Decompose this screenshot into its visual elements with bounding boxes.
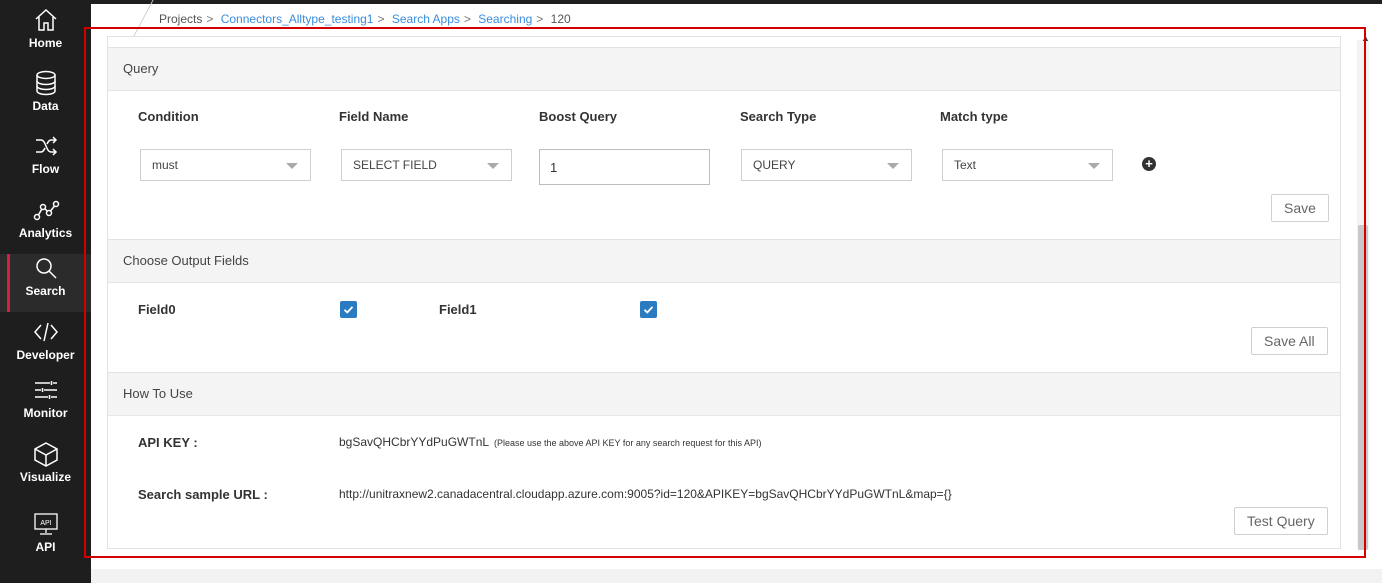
breadcrumb-section-link[interactable]: Searching — [478, 12, 532, 26]
footer — [91, 569, 1382, 583]
save-all-button[interactable]: Save All — [1251, 327, 1328, 355]
scrollbar-thumb[interactable] — [1358, 225, 1368, 550]
sidebar-item-home[interactable]: Home — [0, 6, 91, 64]
chevron-down-icon — [286, 163, 298, 169]
top-bar — [91, 0, 1382, 4]
checkmark-icon — [643, 306, 654, 314]
svg-text:API: API — [40, 520, 51, 527]
field1-label: Field1 — [439, 302, 477, 317]
api-icon: API — [32, 510, 60, 538]
boost-query-column-label: Boost Query — [539, 109, 618, 124]
sidebar-item-analytics[interactable]: Analytics — [0, 196, 91, 254]
how-to-use-section-header: How To Use — [108, 372, 1340, 416]
sidebar-item-label: Analytics — [18, 226, 73, 240]
search-icon — [32, 254, 60, 282]
breadcrumb-root[interactable]: Projects — [159, 12, 202, 26]
sidebar-item-label: API — [35, 540, 56, 554]
sidebar-item-label: Home — [28, 36, 63, 50]
sample-url-value: http://unitraxnew2.canadacentral.cloudap… — [339, 487, 952, 501]
analytics-icon — [32, 196, 60, 224]
breadcrumb-project-link[interactable]: Connectors_Alltype_testing1 — [221, 12, 374, 26]
api-key-value: bgSavQHCbrYYdPuGWTnL — [339, 435, 489, 449]
scroll-up-icon[interactable]: ▲ — [1361, 33, 1370, 43]
home-icon — [32, 6, 60, 34]
sidebar-item-api[interactable]: API API — [0, 510, 91, 568]
section-title: How To Use — [123, 386, 193, 401]
sidebar: Home Data Flow Analytics Search Develope… — [0, 0, 91, 583]
chevron-down-icon — [1088, 163, 1100, 169]
cube-icon — [32, 440, 60, 468]
query-section-header: Query — [108, 47, 1340, 91]
sidebar-item-flow[interactable]: Flow — [0, 132, 91, 190]
section-title: Query — [123, 61, 159, 76]
section-title: Choose Output Fields — [123, 253, 249, 268]
match-type-select[interactable]: Text — [942, 149, 1113, 181]
breadcrumb-divider — [112, 0, 154, 36]
add-condition-icon[interactable]: + — [1142, 157, 1156, 171]
api-key-note: (Please use the above API KEY for any se… — [493, 438, 762, 448]
search-app-panel: Query Condition Field Name Boost Query S… — [107, 36, 1341, 549]
sidebar-item-label: Visualize — [19, 470, 72, 484]
field1-checkbox[interactable] — [640, 301, 657, 318]
sidebar-item-visualize[interactable]: Visualize — [0, 440, 91, 498]
condition-select[interactable]: must — [140, 149, 311, 181]
search-type-select[interactable]: QUERY — [741, 149, 912, 181]
sidebar-item-data[interactable]: Data — [0, 69, 91, 127]
match-type-column-label: Match type — [940, 109, 1008, 124]
sliders-icon — [32, 376, 60, 404]
field-name-column-label: Field Name — [339, 109, 409, 124]
database-icon — [32, 69, 60, 97]
chevron-down-icon — [487, 163, 499, 169]
search-type-column-label: Search Type — [740, 109, 817, 124]
sidebar-item-label: Monitor — [23, 406, 68, 420]
sidebar-item-search[interactable]: Search — [0, 254, 91, 312]
breadcrumb: Projects > Connectors_Alltype_testing1 > S… — [159, 12, 571, 26]
sidebar-item-developer[interactable]: Developer — [0, 318, 91, 376]
sample-url-label: Search sample URL : — [138, 487, 268, 502]
breadcrumb-current: 120 — [550, 12, 571, 26]
chevron-down-icon — [887, 163, 899, 169]
sidebar-item-label: Developer — [16, 348, 75, 362]
sidebar-item-label: Data — [32, 99, 59, 113]
field0-checkbox[interactable] — [340, 301, 357, 318]
code-icon — [32, 318, 60, 346]
field0-label: Field0 — [138, 302, 176, 317]
api-key-label: API KEY : — [138, 435, 198, 450]
boost-query-input[interactable]: 1 — [539, 149, 710, 185]
output-fields-section-header: Choose Output Fields — [108, 239, 1340, 283]
save-query-button[interactable]: Save — [1271, 194, 1329, 222]
api-key-row: bgSavQHCbrYYdPuGWTnL (Please use the abo… — [339, 435, 761, 449]
field-name-select[interactable]: SELECT FIELD — [341, 149, 512, 181]
sidebar-item-label: Flow — [31, 162, 60, 176]
shuffle-icon — [32, 132, 60, 160]
checkmark-icon — [343, 306, 354, 314]
sidebar-item-monitor[interactable]: Monitor — [0, 376, 91, 434]
breadcrumb-apps-link[interactable]: Search Apps — [392, 12, 460, 26]
test-query-button[interactable]: Test Query — [1234, 507, 1328, 535]
sidebar-item-label: Search — [25, 284, 66, 298]
condition-column-label: Condition — [138, 109, 199, 124]
